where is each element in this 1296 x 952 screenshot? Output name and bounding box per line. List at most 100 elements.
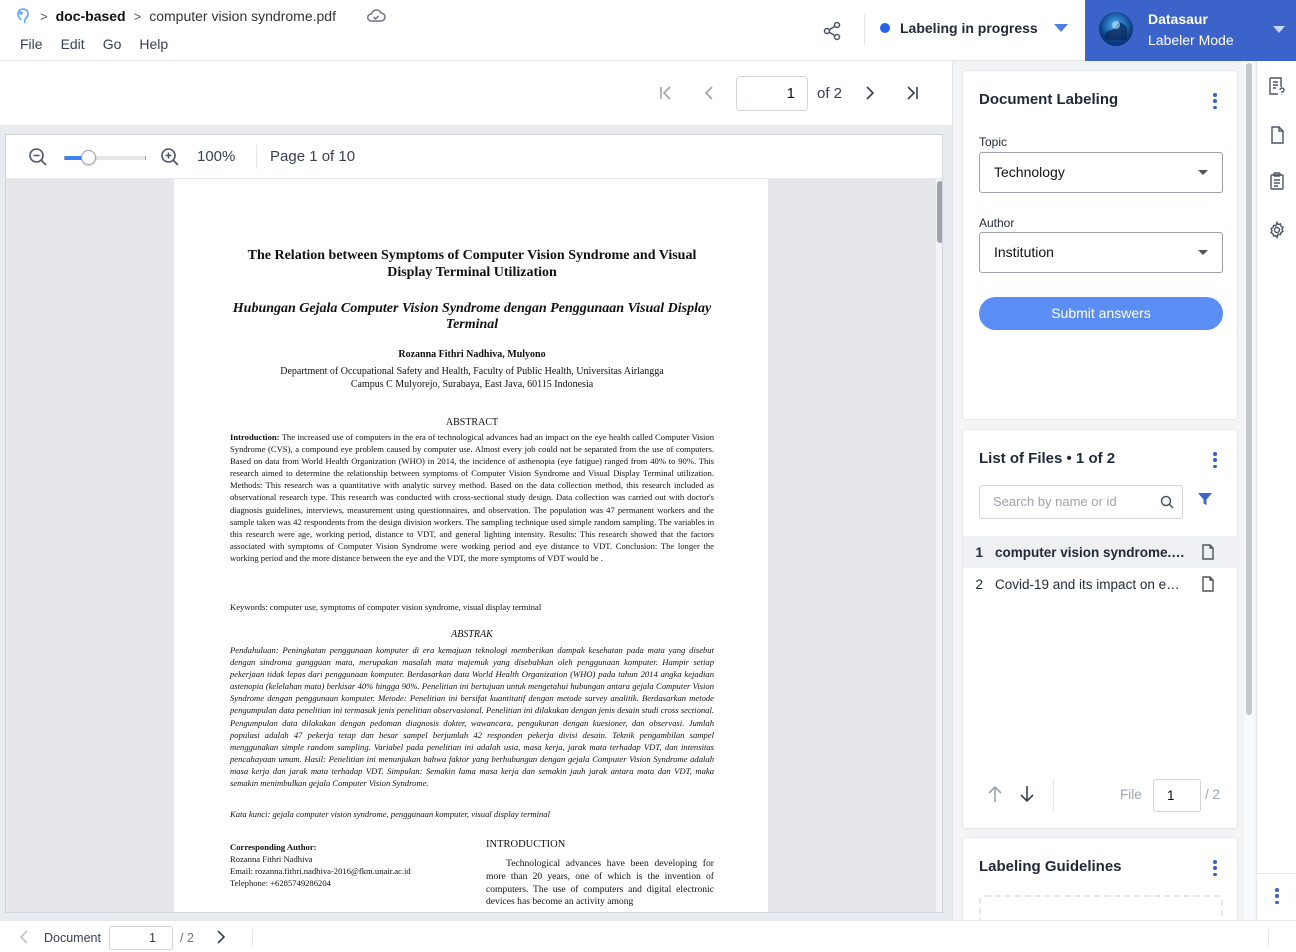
topic-select[interactable]: Technology (979, 152, 1223, 193)
menu-edit[interactable]: Edit (61, 36, 85, 52)
file-list-item[interactable]: 1 computer vision syndrome.pdf (963, 536, 1239, 568)
divider (252, 929, 253, 947)
submit-answers-button[interactable]: Submit answers (979, 297, 1223, 330)
paper-authors: Rozanna Fithri Nadhiva, Mulyono (398, 349, 546, 360)
labeling-guidelines-card: Labeling Guidelines (962, 837, 1238, 935)
document-labeling-card: Document Labeling Topic Technology Autho… (962, 70, 1238, 420)
card-title: List of Files • 1 of 2 (979, 450, 1116, 467)
page-total: of 2 (817, 85, 843, 102)
menu-go[interactable]: Go (103, 36, 122, 52)
user-mode: Labeler Mode (1148, 32, 1234, 48)
share-icon[interactable] (820, 19, 844, 43)
viewer-toolbar: 100% Page 1 of 10 (6, 135, 942, 179)
zoom-in-icon[interactable] (160, 147, 180, 167)
divider (1053, 779, 1054, 811)
author-value: Institution (994, 244, 1054, 260)
search-placeholder: Search by name or id (993, 494, 1117, 509)
corresponding-phone: Telephone: +6285749286204 (230, 878, 331, 889)
user-menu[interactable]: Datasaur Labeler Mode (1085, 0, 1296, 61)
filter-icon[interactable] (1197, 491, 1213, 507)
page-number-input[interactable]: 1 (736, 76, 808, 111)
author-select[interactable]: Institution (979, 232, 1223, 273)
scrollbar-thumb[interactable] (937, 181, 942, 243)
introduction-text: Technological advances have been develop… (486, 858, 714, 908)
document-total: / 2 (180, 931, 194, 945)
topic-value: Technology (994, 164, 1065, 180)
breadcrumb: > doc-based > computer vision syndrome.p… (14, 6, 386, 26)
corresponding-name: Rozanna Fithri Nadhiva (230, 854, 313, 865)
paper-affiliation: Department of Occupational Safety and He… (230, 365, 714, 391)
pdf-page: The Relation between Symptoms of Compute… (174, 179, 768, 912)
last-page-icon[interactable] (900, 81, 924, 105)
document-label: Document (44, 931, 101, 945)
cloud-sync-icon[interactable] (366, 8, 386, 24)
document-labeling-icon[interactable] (1268, 77, 1286, 95)
paper-title: The Relation between Symptoms of Compute… (247, 248, 697, 280)
breadcrumb-file: computer vision syndrome.pdf (149, 8, 336, 24)
search-icon[interactable] (1160, 495, 1174, 509)
card-title: Labeling Guidelines (979, 858, 1122, 875)
introduction-heading: INTRODUCTION (486, 839, 566, 850)
abstract-text: Introduction: The increased use of compu… (230, 432, 714, 563)
more-options-icon[interactable] (1213, 93, 1217, 109)
document-scroll-area[interactable]: The Relation between Symptoms of Compute… (6, 179, 942, 912)
chevron-down-icon (1198, 170, 1208, 175)
abstract-body: The increased use of computers in the er… (230, 432, 714, 563)
document-icon (1201, 544, 1215, 560)
zoom-slider-handle[interactable] (81, 150, 96, 165)
chevron-right-icon[interactable] (216, 930, 226, 944)
more-options-icon[interactable] (1213, 860, 1217, 876)
first-page-icon[interactable] (654, 81, 678, 105)
zoom-out-icon[interactable] (28, 147, 48, 167)
file-number-input[interactable]: 1 (1153, 779, 1201, 812)
more-options-icon[interactable] (1213, 452, 1217, 468)
extension-rail (1256, 61, 1296, 920)
file-icon[interactable] (1268, 126, 1286, 144)
menu-file[interactable]: File (20, 36, 43, 52)
abstract-heading: ABSTRACT (445, 417, 499, 428)
file-search-input[interactable]: Search by name or id (979, 485, 1183, 519)
labeling-status[interactable]: Labeling in progress (880, 20, 1038, 36)
zoom-level: 100% (197, 148, 236, 165)
breadcrumb-separator: > (40, 8, 48, 24)
file-label: File (1120, 787, 1142, 802)
file-name: Covid-19 and its impact on education.pdf (995, 576, 1185, 592)
card-title: Document Labeling (979, 91, 1119, 108)
file-list-item[interactable]: 2 Covid-19 and its impact on education.p… (963, 568, 1239, 600)
corresponding-email: Email: rozanna.fithri.nadhiva-2016@fkm.u… (230, 866, 411, 877)
chevron-down-icon[interactable] (1273, 26, 1285, 33)
avatar (1099, 12, 1133, 46)
zoom-slider[interactable] (64, 150, 146, 165)
bottom-bar: Document 1 / 2 (0, 920, 1296, 952)
author-label: Author (979, 216, 1015, 230)
viewer-scrollbar[interactable] (936, 179, 942, 912)
status-dropdown-icon[interactable] (1054, 24, 1068, 32)
divider (864, 14, 865, 46)
divider (1268, 929, 1269, 947)
top-bar: > doc-based > computer vision syndrome.p… (0, 0, 1296, 61)
page-indicator: Page 1 of 10 (270, 148, 356, 165)
scrollbar-thumb[interactable] (1246, 63, 1252, 715)
gear-icon[interactable] (1268, 221, 1286, 239)
document-icon (1201, 576, 1215, 592)
clipboard-icon[interactable] (1268, 172, 1286, 190)
arrow-down-icon[interactable] (1019, 784, 1035, 804)
file-number: 2 (975, 576, 983, 592)
breadcrumb-separator: > (133, 8, 142, 24)
panel-scrollbar[interactable] (1244, 61, 1254, 920)
arrow-up-icon[interactable] (987, 784, 1003, 804)
previous-page-icon[interactable] (698, 81, 722, 105)
abstrak-heading: ABSTRAK (451, 629, 493, 640)
document-pager: 1 of 2 (0, 61, 952, 125)
breadcrumb-project[interactable]: doc-based (56, 8, 126, 24)
more-options-icon[interactable] (1275, 888, 1279, 904)
datasaur-logo-icon[interactable] (14, 7, 32, 25)
topic-label: Topic (979, 135, 1008, 149)
paper-title-indonesian: Hubungan Gejala Computer Vision Syndrome… (232, 301, 712, 332)
document-number-input[interactable]: 1 (109, 926, 173, 950)
divider (256, 145, 257, 169)
chevron-left-icon[interactable] (19, 930, 29, 944)
next-page-icon[interactable] (857, 81, 881, 105)
file-list-card: List of Files • 1 of 2 Search by name or… (962, 429, 1239, 829)
menu-help[interactable]: Help (139, 36, 168, 52)
